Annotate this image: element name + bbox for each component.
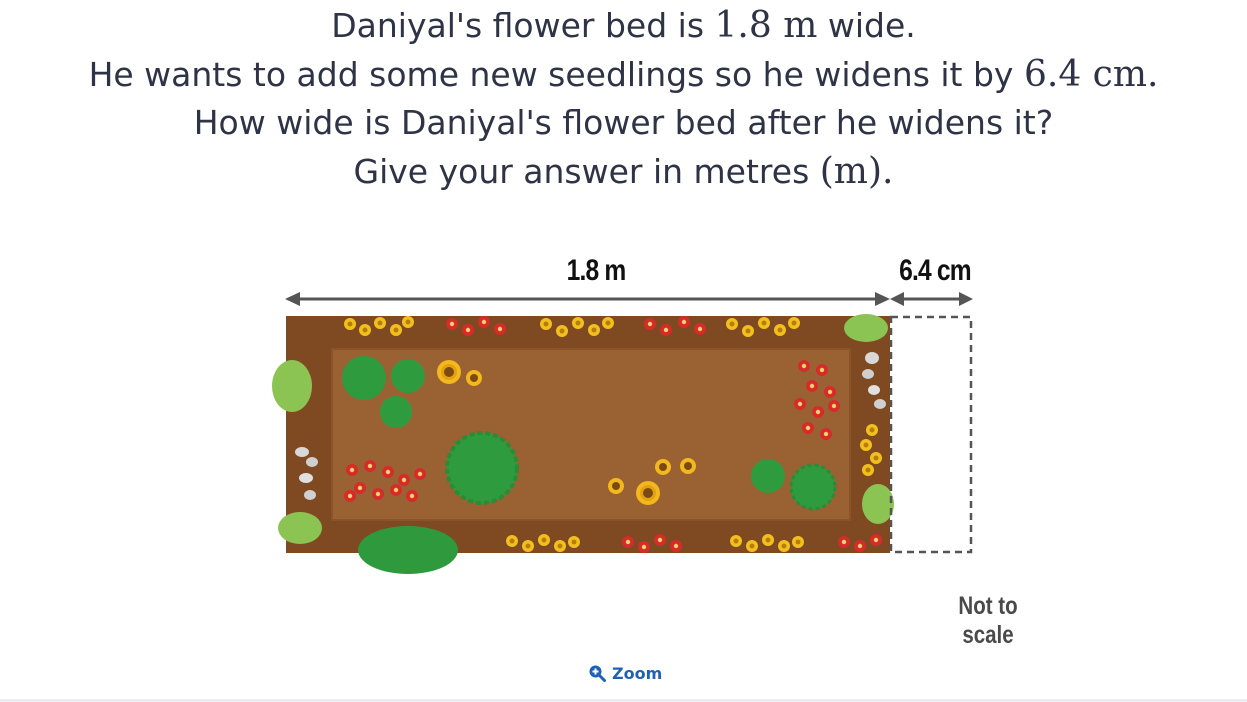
flower-bed bbox=[272, 314, 894, 574]
extension-area bbox=[889, 315, 973, 554]
width-arrow bbox=[285, 292, 890, 306]
zoom-button[interactable]: Zoom bbox=[588, 660, 662, 686]
flower-bed-diagram: 1.8 m 6.4 cm Not to scale bbox=[0, 0, 1247, 702]
bed-width-label: 1.8 m bbox=[566, 254, 627, 287]
extension-label: 6.4 cm bbox=[899, 254, 971, 287]
zoom-label: Zoom bbox=[612, 663, 663, 683]
extension-arrow bbox=[890, 292, 973, 306]
not-to-scale-note: Not to scale bbox=[958, 592, 1018, 649]
flower-bed-illustration bbox=[272, 292, 973, 574]
zoom-in-icon bbox=[588, 664, 606, 682]
